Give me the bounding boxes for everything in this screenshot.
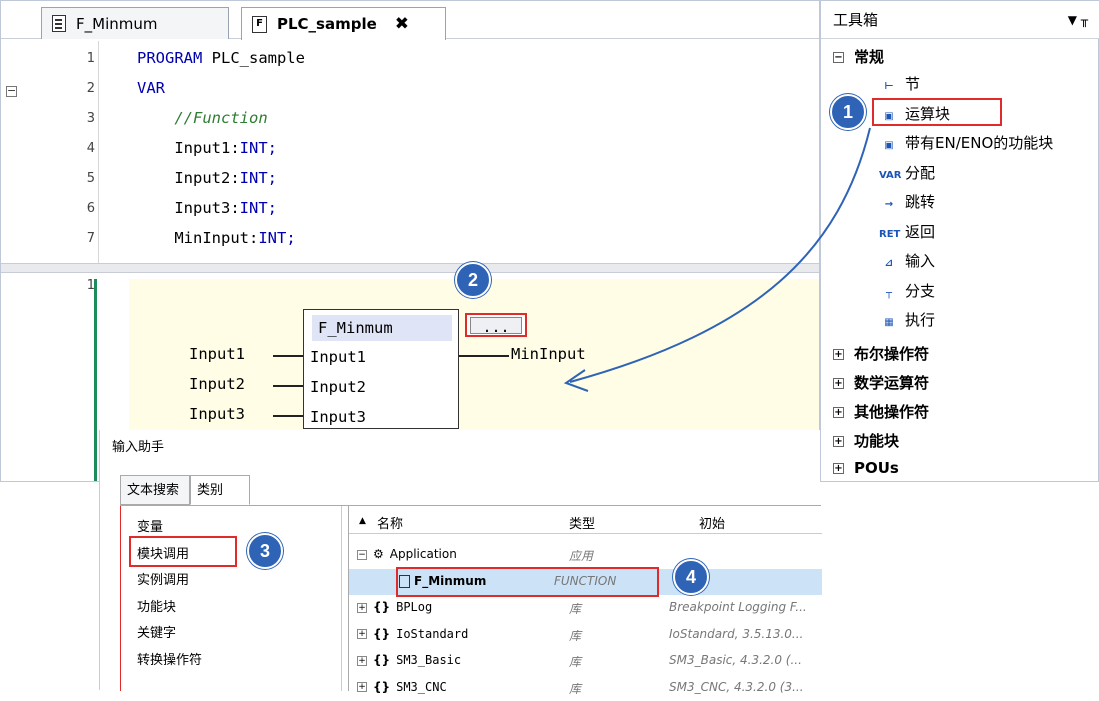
step-badge-3: 3	[247, 533, 283, 569]
step-badge-4: 4	[673, 559, 709, 595]
drag-arrow	[563, 127, 871, 392]
step-badge-1: 1	[830, 94, 866, 130]
step-badge-2: 2	[455, 262, 491, 298]
